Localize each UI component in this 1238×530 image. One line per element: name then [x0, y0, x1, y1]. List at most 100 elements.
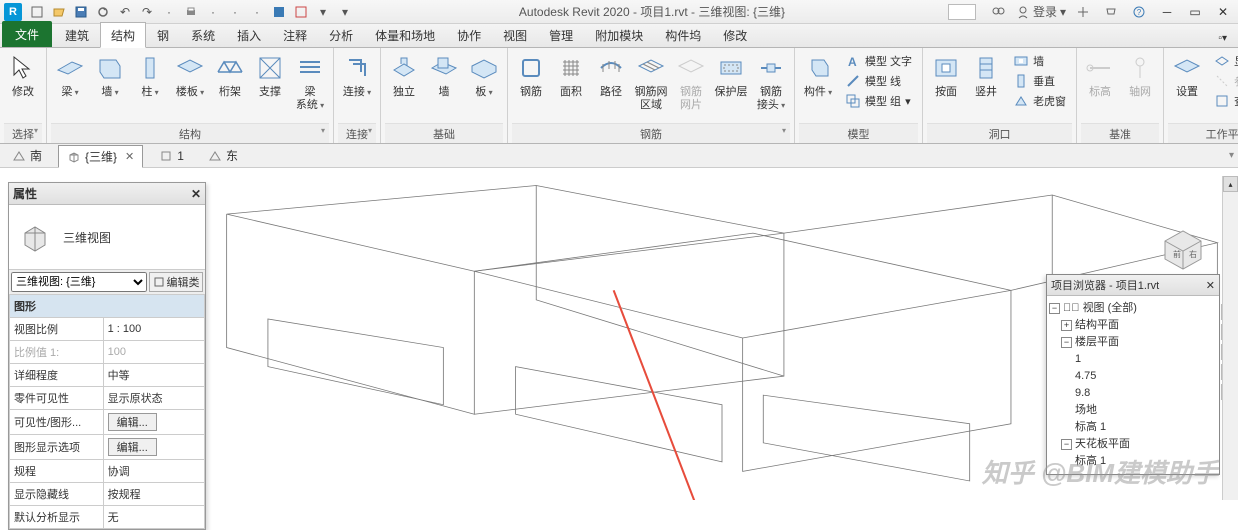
minimize-button[interactable]: ─: [1156, 2, 1178, 22]
undo-icon[interactable]: ↶: [114, 2, 136, 22]
prop-value[interactable]: 无: [103, 506, 204, 529]
measure-icon[interactable]: ·: [202, 2, 224, 22]
tab-collab[interactable]: 协作: [446, 22, 492, 47]
tree-level-4[interactable]: 场地: [1049, 402, 1217, 419]
vertical-scrollbar[interactable]: ▴: [1222, 176, 1238, 500]
tree-level-2[interactable]: 4.75: [1049, 368, 1217, 385]
coupler-button[interactable]: 钢筋 接头: [752, 50, 790, 114]
panel-title-connect[interactable]: 连接: [338, 123, 376, 143]
show-workplane-button[interactable]: 显示: [1210, 52, 1238, 70]
connection-button[interactable]: 连接: [338, 50, 376, 101]
qat-btn-9[interactable]: ·: [224, 2, 246, 22]
print-icon[interactable]: [180, 2, 202, 22]
edit-button[interactable]: 编辑...: [108, 438, 157, 456]
prop-value[interactable]: 1 : 100: [103, 318, 204, 341]
search-input[interactable]: [948, 4, 976, 20]
path-rebar-button[interactable]: 路径: [592, 50, 630, 101]
tab-goujianwu[interactable]: 构件坞: [654, 22, 712, 47]
shaft-button[interactable]: 竖井: [967, 50, 1005, 101]
model-group-button[interactable]: 模型 组 ▾: [841, 92, 916, 110]
sync-icon[interactable]: [92, 2, 114, 22]
edit-type-button[interactable]: 编辑类: [149, 272, 203, 292]
tab-massing[interactable]: 体量和场地: [364, 22, 446, 47]
by-face-button[interactable]: 按面: [927, 50, 965, 101]
login-button[interactable]: 登录 ▾: [1016, 2, 1066, 22]
isolated-button[interactable]: 独立: [385, 50, 423, 101]
qat-menu[interactable]: [26, 2, 48, 22]
edit-button[interactable]: 编辑...: [108, 413, 157, 431]
app-logo[interactable]: R: [4, 3, 22, 21]
vertical-opening-button[interactable]: 垂直: [1009, 72, 1070, 90]
brace-button[interactable]: 支撑: [251, 50, 289, 101]
open-icon[interactable]: [48, 2, 70, 22]
switch-windows-icon[interactable]: ▾: [312, 2, 334, 22]
tab-steel[interactable]: 钢: [146, 22, 180, 47]
view-tab-1[interactable]: 1: [151, 147, 192, 165]
close-hidden-icon[interactable]: [290, 2, 312, 22]
panel-title-structure[interactable]: 结构: [51, 123, 329, 143]
tab-systems[interactable]: 系统: [180, 22, 226, 47]
fabric-area-button[interactable]: 钢筋网 区域: [632, 50, 670, 114]
tab-view[interactable]: 视图: [492, 22, 538, 47]
truss-button[interactable]: 桁架: [211, 50, 249, 101]
slab-button[interactable]: 板: [465, 50, 503, 101]
scroll-up-icon[interactable]: ▴: [1223, 176, 1238, 192]
tab-modify[interactable]: 修改: [712, 22, 758, 47]
view-tab-east[interactable]: 东: [200, 145, 246, 166]
tree-level-5[interactable]: 标高 1: [1049, 419, 1217, 436]
save-icon[interactable]: [70, 2, 92, 22]
prop-value[interactable]: 中等: [103, 364, 204, 387]
view-tab-3d[interactable]: {三维}✕: [58, 145, 143, 168]
wall-foundation-button[interactable]: 墙: [425, 50, 463, 101]
keyword-icon[interactable]: [988, 2, 1010, 22]
rebar-button[interactable]: 钢筋: [512, 50, 550, 101]
group-graphics[interactable]: 图形: [10, 295, 205, 318]
properties-close-icon[interactable]: ✕: [191, 187, 201, 201]
tab-structure[interactable]: 结构: [100, 22, 146, 48]
instance-selector[interactable]: 三维视图: {三维}: [11, 272, 147, 292]
beam-button[interactable]: 梁: [51, 50, 89, 101]
qat-dropdown[interactable]: ▾: [334, 2, 356, 22]
close-button[interactable]: ✕: [1212, 2, 1234, 22]
model-canvas[interactable]: 前 右 ◎ ✥ 🔍 ⟲ ▾ 项目浏览器 - 项目1.rvt ✕ −�⃣ 视图 (…: [206, 176, 1238, 500]
exchange-icon[interactable]: [1072, 2, 1094, 22]
tab-manage[interactable]: 管理: [538, 22, 584, 47]
column-button[interactable]: 柱: [131, 50, 169, 101]
model-line-button[interactable]: 模型 线: [841, 72, 916, 90]
tab-insert[interactable]: 插入: [226, 22, 272, 47]
tree-level-3[interactable]: 9.8: [1049, 385, 1217, 402]
ribbon-minimize-icon[interactable]: ▫▾: [1207, 28, 1238, 47]
modify-button[interactable]: 修改: [4, 50, 42, 101]
cart-icon[interactable]: [1100, 2, 1122, 22]
tab-addins[interactable]: 附加模块: [584, 22, 654, 47]
view-tab-overflow[interactable]: ▾: [1229, 150, 1234, 161]
tree-level-1[interactable]: 1: [1049, 351, 1217, 368]
component-button[interactable]: 构件: [799, 50, 837, 101]
thin-lines-icon[interactable]: [268, 2, 290, 22]
prop-value[interactable]: 按规程: [103, 483, 204, 506]
project-tree[interactable]: −�⃣ 视图 (全部) +结构平面 −楼层平面 1 4.75 9.8 场地 标高…: [1047, 296, 1219, 474]
close-tab-icon[interactable]: ✕: [125, 150, 134, 163]
panel-title-rebar[interactable]: 钢筋: [512, 123, 790, 143]
tab-annotate[interactable]: 注释: [272, 22, 318, 47]
view-cube[interactable]: 前 右: [1154, 218, 1212, 276]
cover-button[interactable]: 保护层: [712, 50, 750, 101]
floor-button[interactable]: 楼板: [171, 50, 209, 101]
prop-value[interactable]: 显示原状态: [103, 387, 204, 410]
help-icon[interactable]: ?: [1128, 2, 1150, 22]
browser-close-icon[interactable]: ✕: [1206, 279, 1215, 292]
set-workplane-button[interactable]: 设置: [1168, 50, 1206, 101]
area-rebar-button[interactable]: 面积: [552, 50, 590, 101]
dormer-button[interactable]: 老虎窗: [1009, 92, 1070, 110]
viewer-button[interactable]: 查看器: [1210, 92, 1238, 110]
wall-opening-button[interactable]: 墙: [1009, 52, 1070, 70]
qat-btn-10[interactable]: ·: [246, 2, 268, 22]
tab-analyze[interactable]: 分析: [318, 22, 364, 47]
tab-file[interactable]: 文件: [2, 21, 52, 47]
panel-title-select[interactable]: 选择: [4, 123, 42, 143]
beam-system-button[interactable]: 梁 系统: [291, 50, 329, 114]
model-text-button[interactable]: A模型 文字: [841, 52, 916, 70]
tab-architecture[interactable]: 建筑: [54, 22, 100, 47]
wall-button[interactable]: 墙: [91, 50, 129, 101]
redo-icon[interactable]: ↷: [136, 2, 158, 22]
